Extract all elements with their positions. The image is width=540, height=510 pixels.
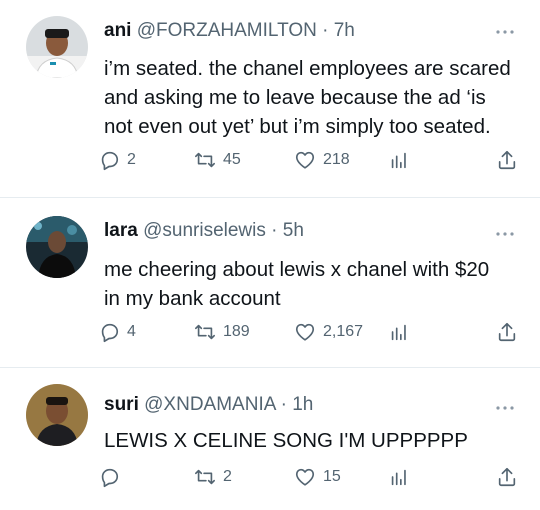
retweet-icon bbox=[194, 321, 216, 343]
retweet-count: 45 bbox=[223, 151, 241, 168]
tweet-actions: 2 15 bbox=[98, 466, 522, 492]
tweet[interactable]: lara @sunriselewis · 5h me cheering abou… bbox=[0, 198, 540, 368]
tweet-actions: 2 45 218 bbox=[98, 149, 522, 175]
analytics-icon bbox=[388, 466, 410, 488]
share-icon bbox=[496, 466, 518, 488]
more-horizontal-icon[interactable] bbox=[496, 226, 514, 237]
tweet-header: lara @sunriselewis · 5h bbox=[104, 220, 304, 242]
timestamp[interactable]: 1h bbox=[292, 394, 313, 415]
tweet-header: suri @XNDAMANIA · 1h bbox=[104, 394, 313, 416]
share-icon bbox=[496, 321, 518, 343]
heart-icon bbox=[294, 321, 316, 343]
analytics-icon bbox=[388, 321, 410, 343]
retweet-count: 189 bbox=[223, 323, 250, 340]
tweet-text-line: i’m seated. the chanel employees are sca… bbox=[104, 57, 511, 80]
tweet[interactable]: suri @XNDAMANIA · 1h LEWIS X CELINE SONG… bbox=[0, 368, 540, 510]
retweet-icon bbox=[194, 466, 216, 488]
more-horizontal-icon[interactable] bbox=[496, 400, 514, 411]
like-button[interactable]: 15 bbox=[294, 466, 341, 488]
reply-icon bbox=[98, 321, 120, 343]
display-name[interactable]: lara bbox=[104, 220, 138, 241]
user-handle[interactable]: @sunriselewis bbox=[143, 220, 266, 241]
avatar[interactable] bbox=[26, 16, 88, 78]
share-button[interactable] bbox=[496, 149, 518, 171]
share-button[interactable] bbox=[496, 466, 518, 488]
tweet-text-line: not even out yet’ but i’m simply too sea… bbox=[104, 115, 491, 138]
like-count: 15 bbox=[323, 468, 341, 485]
like-button[interactable]: 2,167 bbox=[294, 321, 363, 343]
retweet-icon bbox=[194, 149, 216, 171]
display-name[interactable]: suri bbox=[104, 394, 139, 415]
tweet-text: LEWIS X CELINE SONG I'M UPPPPPP bbox=[104, 426, 524, 455]
user-handle[interactable]: @XNDAMANIA bbox=[144, 394, 275, 415]
tweet-text-line: in my bank account bbox=[104, 287, 281, 310]
reply-icon bbox=[98, 466, 120, 488]
more-horizontal-icon[interactable] bbox=[496, 24, 514, 35]
reply-button[interactable]: 4 bbox=[98, 321, 136, 343]
avatar[interactable] bbox=[26, 384, 88, 446]
reply-count: 4 bbox=[127, 323, 136, 340]
separator-dot: · bbox=[322, 20, 329, 41]
retweet-button[interactable]: 189 bbox=[194, 321, 250, 343]
analytics-button[interactable] bbox=[388, 149, 410, 171]
separator-dot: · bbox=[280, 394, 287, 415]
reply-button[interactable]: 2 bbox=[98, 149, 136, 171]
separator-dot: · bbox=[271, 220, 278, 241]
like-count: 2,167 bbox=[323, 323, 364, 340]
like-count: 218 bbox=[323, 151, 350, 168]
retweet-button[interactable]: 2 bbox=[194, 466, 232, 488]
tweet[interactable]: ani @FORZAHAMILTON · 7h i’m seated. the … bbox=[0, 0, 540, 198]
reply-icon bbox=[98, 149, 120, 171]
retweet-button[interactable]: 45 bbox=[194, 149, 241, 171]
tweet-header: ani @FORZAHAMILTON · 7h bbox=[104, 20, 355, 42]
reply-button[interactable] bbox=[98, 466, 127, 488]
analytics-icon bbox=[388, 149, 410, 171]
tweet-text-line: me cheering about lewis x chanel with $2… bbox=[104, 258, 490, 281]
tweet-text-line: and asking me to leave because the ad ‘i… bbox=[104, 86, 486, 109]
tweet-text-line: LEWIS X CELINE SONG I'M UPPPPPP bbox=[104, 429, 468, 452]
user-handle[interactable]: @FORZAHAMILTON bbox=[137, 20, 317, 41]
analytics-button[interactable] bbox=[388, 321, 410, 343]
retweet-count: 2 bbox=[223, 468, 232, 485]
timestamp[interactable]: 5h bbox=[283, 220, 304, 241]
heart-icon bbox=[294, 466, 316, 488]
avatar[interactable] bbox=[26, 216, 88, 278]
heart-icon bbox=[294, 149, 316, 171]
share-icon bbox=[496, 149, 518, 171]
reply-count: 2 bbox=[127, 151, 136, 168]
display-name[interactable]: ani bbox=[104, 20, 131, 41]
timestamp[interactable]: 7h bbox=[334, 20, 355, 41]
analytics-button[interactable] bbox=[388, 466, 410, 488]
tweet-text: i’m seated. the chanel employees are sca… bbox=[104, 54, 524, 141]
share-button[interactable] bbox=[496, 321, 518, 343]
tweet-actions: 4 189 2,167 bbox=[98, 321, 522, 347]
tweet-text: me cheering about lewis x chanel with $2… bbox=[104, 255, 524, 313]
like-button[interactable]: 218 bbox=[294, 149, 350, 171]
